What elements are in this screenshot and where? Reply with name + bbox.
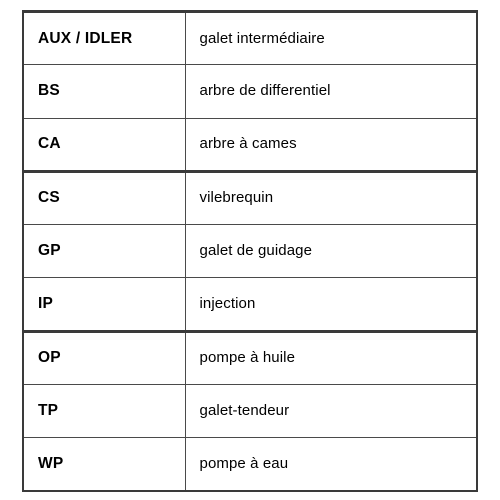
description-label: arbre à cames [199,135,297,153]
description-label: arbre de differentiel [199,82,331,100]
description-label: galet-tendeur [199,401,290,419]
abbreviation-label: BS [38,82,60,100]
cell-description: vilebrequin [185,169,477,226]
description-label: pompe à eau [199,455,289,473]
abbreviation-label: OP [38,349,61,367]
description-label: galet intermédiaire [199,29,325,47]
table-row: TP galet-tendeur [23,384,477,439]
cell-description: galet de guidage [185,224,477,279]
table-row: CS vilebrequin [23,169,477,226]
cell-abbreviation: CS [23,169,186,226]
cell-abbreviation: BS [23,64,186,119]
description-label: pompe à huile [199,349,296,367]
abbreviation-label: AUX / IDLER [38,29,133,47]
abbreviation-label: TP [38,401,59,419]
description-label: vilebrequin [199,189,274,207]
abbreviation-label: GP [38,242,61,260]
abbreviation-label: CS [38,189,60,207]
description-label: injection [199,294,256,312]
table-row: BS arbre de differentiel [23,64,477,119]
cell-description: galet-tendeur [185,384,477,439]
cell-abbreviation: OP [23,329,186,385]
cell-abbreviation: TP [23,384,186,439]
glossary-table-body: AUX / IDLER galet intermédiaire BS arbre… [23,9,477,491]
cell-description: arbre de differentiel [185,64,477,119]
cell-abbreviation: IP [23,277,186,332]
table-row: OP pompe à huile [23,329,477,385]
table-row: WP pompe à eau [23,437,477,491]
description-label: galet de guidage [199,242,313,260]
glossary-table-container: AUX / IDLER galet intermédiaire BS arbre… [22,9,478,492]
abbreviation-label: IP [38,294,54,312]
abbreviation-glossary-table: AUX / IDLER galet intermédiaire BS arbre… [22,9,478,492]
cell-description: pompe à huile [185,329,477,385]
table-row: IP injection [23,277,477,332]
cell-abbreviation: GP [23,224,186,279]
table-row: CA arbre à cames [23,118,477,172]
cell-description: galet intermédiaire [185,9,477,66]
table-row: AUX / IDLER galet intermédiaire [23,9,477,66]
cell-abbreviation: CA [23,118,186,172]
cell-description: arbre à cames [185,118,477,172]
abbreviation-label: CA [38,135,61,153]
cell-description: pompe à eau [185,438,477,491]
table-row: GP galet de guidage [23,224,477,279]
cell-abbreviation: WP [23,437,186,491]
cell-abbreviation: AUX / IDLER [23,9,186,66]
cell-description: injection [185,277,477,332]
abbreviation-label: WP [38,455,64,473]
